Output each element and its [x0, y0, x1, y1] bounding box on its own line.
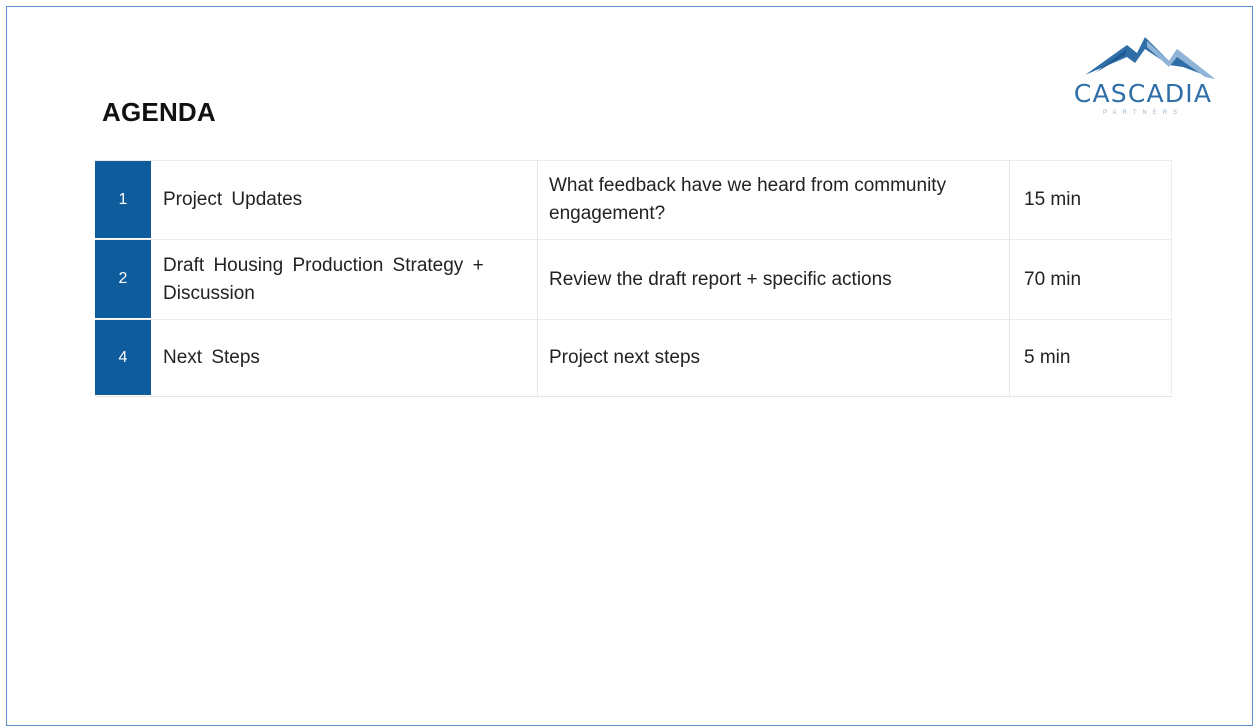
logo: CASCADIA PARTNERS — [1065, 27, 1221, 122]
table-row: 1 Project Updates What feedback have we … — [95, 160, 1172, 240]
agenda-table: 1 Project Updates What feedback have we … — [95, 160, 1172, 397]
mountain-icon — [1085, 37, 1215, 79]
agenda-duration: 15 min — [1010, 161, 1172, 239]
logo-wordmark: CASCADIA — [1073, 79, 1213, 108]
table-row: 4 Next Steps Project next steps 5 min — [95, 319, 1172, 397]
agenda-description: What feedback have we heard from communi… — [538, 161, 1010, 239]
row-number: 1 — [95, 161, 151, 239]
logo-subtitle: PARTNERS — [1102, 110, 1184, 116]
row-number: 2 — [95, 240, 151, 319]
page-title: AGENDA — [102, 97, 216, 127]
agenda-duration: 5 min — [1010, 320, 1172, 396]
table-row: 2 Draft Housing Production Strategy + Di… — [95, 239, 1172, 320]
agenda-item: Draft Housing Production Strategy + Disc… — [151, 240, 538, 319]
agenda-item: Next Steps — [151, 320, 538, 396]
agenda-description: Review the draft report + specific actio… — [538, 240, 1010, 319]
agenda-duration: 70 min — [1010, 240, 1172, 319]
agenda-description: Project next steps — [538, 320, 1010, 396]
row-number: 4 — [95, 320, 151, 396]
agenda-item: Project Updates — [151, 161, 538, 239]
